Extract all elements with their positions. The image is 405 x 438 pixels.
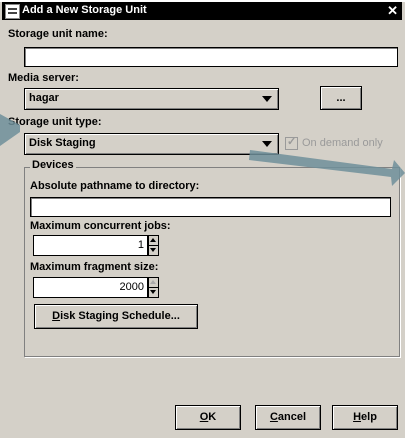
right-arrow-icon	[249, 150, 405, 186]
left-arrow-icon	[0, 114, 20, 146]
annotation-arrows	[0, 114, 405, 186]
